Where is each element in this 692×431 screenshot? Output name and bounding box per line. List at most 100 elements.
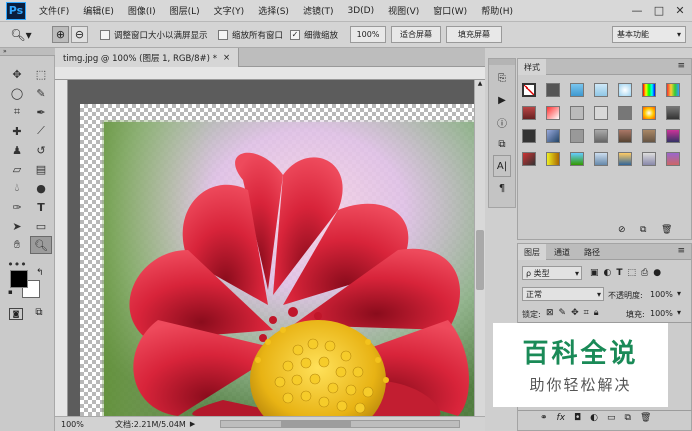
delete-style-icon[interactable]: 🗑︎ (661, 225, 672, 235)
smart-object-filter-icon[interactable]: ⎙ (641, 268, 648, 278)
layer-style-icon[interactable]: fx (557, 413, 566, 423)
filter-toggle-icon[interactable]: ● (653, 268, 661, 278)
tab-channels[interactable]: 通道 (548, 244, 576, 260)
style-swatch[interactable] (642, 83, 656, 97)
style-swatch[interactable] (546, 106, 560, 120)
canvas-area[interactable] (68, 80, 474, 416)
style-swatch[interactable] (522, 83, 536, 97)
menu-layer[interactable]: 图层(L) (163, 4, 207, 17)
foreground-color-top[interactable] (10, 270, 28, 288)
paragraph-icon[interactable]: ¶ (489, 177, 515, 199)
style-swatch[interactable] (570, 152, 584, 166)
lock-transparent-icon[interactable]: ⊠ (546, 308, 554, 318)
close-button[interactable]: ✕ (671, 2, 689, 18)
style-swatch[interactable] (570, 129, 584, 143)
style-swatch[interactable] (546, 83, 560, 97)
zoom-tool-icon[interactable]: 🔍︎ (30, 236, 52, 254)
dodge-tool-icon[interactable]: ● (30, 179, 52, 197)
menu-filter[interactable]: 滤镜(T) (296, 4, 341, 17)
menu-help[interactable]: 帮助(H) (474, 4, 520, 17)
document-tab[interactable]: timg.jpg @ 100% (图层 1, RGB/8#) * × (55, 48, 240, 67)
scroll-up-icon[interactable]: ▲ (476, 80, 484, 90)
style-swatch[interactable] (642, 152, 656, 166)
status-arrow-icon[interactable]: ▶ (190, 420, 195, 428)
style-swatch[interactable] (666, 83, 680, 97)
chevron-down-icon[interactable]: ▾ (677, 308, 681, 317)
lock-all-icon[interactable]: 🔒︎ (594, 308, 599, 318)
lock-paint-icon[interactable]: ✎ (559, 308, 567, 318)
style-swatch[interactable] (546, 129, 560, 143)
menu-file[interactable]: 文件(F) (32, 4, 76, 17)
adjustment-filter-icon[interactable]: ◐ (604, 268, 612, 278)
layers-menu-icon[interactable]: ≡ (677, 246, 685, 256)
style-swatch[interactable] (642, 106, 656, 120)
style-swatch[interactable] (666, 129, 680, 143)
history-icon[interactable]: ⎘ (489, 67, 515, 89)
style-swatch[interactable] (618, 129, 632, 143)
zoom-all-checkbox[interactable] (218, 30, 228, 40)
link-layers-icon[interactable]: ⚭ (540, 413, 548, 423)
menu-type[interactable]: 文字(Y) (207, 4, 252, 17)
workspace-select[interactable]: 基本功能 ▾ (612, 26, 686, 43)
quick-mask-icon[interactable]: ◙ (9, 308, 23, 320)
fill-value[interactable]: 100% (650, 309, 673, 318)
blend-mode-select[interactable]: 正常 ▾ (522, 287, 604, 301)
healing-brush-tool-icon[interactable]: ✚ (6, 122, 28, 140)
new-style-icon[interactable]: ⧉ (640, 225, 646, 235)
character-icon[interactable]: A| (493, 155, 511, 177)
delete-layer-icon[interactable]: 🗑︎ (640, 413, 651, 423)
maximize-button[interactable]: □ (650, 2, 668, 18)
pixel-filter-icon[interactable]: ▣ (590, 268, 599, 278)
chevron-down-icon[interactable]: ▾ (677, 289, 681, 298)
menu-edit[interactable]: 编辑(E) (76, 4, 121, 17)
menu-image[interactable]: 图像(I) (121, 4, 163, 17)
style-swatch[interactable] (570, 106, 584, 120)
properties-icon[interactable]: ⓘ (489, 111, 515, 133)
horizontal-scrollbar[interactable] (220, 420, 460, 428)
style-swatch[interactable] (594, 129, 608, 143)
style-swatch[interactable] (522, 152, 536, 166)
marquee-tool-icon[interactable]: ⬚ (30, 65, 52, 83)
shape-filter-icon[interactable]: ⬚ (628, 268, 637, 278)
blur-tool-icon[interactable]: 💧︎ (6, 179, 28, 197)
style-swatch[interactable] (594, 83, 608, 97)
type-tool-icon[interactable]: T (30, 198, 52, 216)
tools-collapse-handle[interactable]: » (0, 48, 55, 56)
actions-play-icon[interactable]: ▶ (489, 89, 515, 111)
minimize-button[interactable]: — (628, 2, 646, 18)
style-swatch[interactable] (666, 152, 680, 166)
layer-filter-select[interactable]: ρ 类型 ▾ (522, 266, 582, 280)
new-layer-icon[interactable]: ⧉ (625, 413, 631, 423)
default-colors-icon[interactable]: ▪ (8, 288, 13, 296)
style-swatch[interactable] (666, 106, 680, 120)
pen-tool-icon[interactable]: ✑ (6, 198, 28, 216)
clone-stamp-tool-icon[interactable]: ♟ (6, 141, 28, 159)
menu-select[interactable]: 选择(S) (251, 4, 296, 17)
horizontal-scrollbar-thumb[interactable] (281, 421, 351, 427)
style-swatch[interactable] (618, 106, 632, 120)
shape-tool-icon[interactable]: ▭ (30, 217, 52, 235)
style-swatch[interactable] (618, 83, 632, 97)
history-brush-tool-icon[interactable]: ↺ (30, 141, 52, 159)
style-swatch[interactable] (642, 129, 656, 143)
document-close-icon[interactable]: × (223, 53, 230, 63)
move-tool-icon[interactable]: ✥ (6, 65, 28, 83)
panel-column-grip[interactable] (489, 59, 515, 65)
type-filter-icon[interactable]: T (616, 268, 622, 278)
menu-view[interactable]: 视图(V) (381, 4, 426, 17)
menu-window[interactable]: 窗口(W) (426, 4, 474, 17)
style-swatch[interactable] (546, 152, 560, 166)
clone-source-icon[interactable]: ⧉ (489, 133, 515, 155)
style-swatch[interactable] (570, 83, 584, 97)
swap-colors-icon[interactable]: ↰ (36, 268, 44, 278)
gradient-tool-icon[interactable]: ▤ (30, 160, 52, 178)
style-swatch[interactable] (594, 106, 608, 120)
lasso-tool-icon[interactable]: ◯ (6, 84, 28, 102)
zoom-100-button[interactable]: 100% (350, 26, 386, 43)
style-swatch[interactable] (522, 106, 536, 120)
style-swatch[interactable] (594, 152, 608, 166)
path-select-tool-icon[interactable]: ➤ (6, 217, 28, 235)
adjustment-layer-icon[interactable]: ◐ (590, 413, 598, 423)
eyedropper-tool-icon[interactable]: ✒ (30, 103, 52, 121)
zoom-out-icon[interactable]: ⊖ (71, 26, 88, 43)
